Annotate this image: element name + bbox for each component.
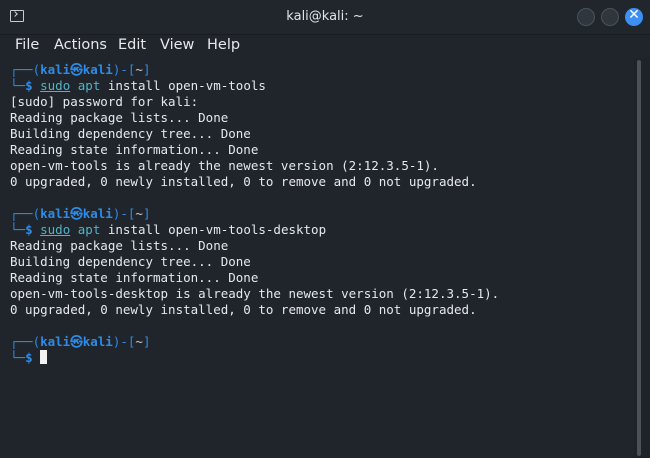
menu-edit[interactable]: Edit	[118, 37, 146, 53]
title-bar[interactable]: kali@kali: ~ ✕	[0, 0, 650, 35]
menu-file[interactable]: File	[15, 37, 39, 53]
scrollbar[interactable]	[634, 58, 650, 458]
output-line: 0 upgraded, 0 newly installed, 0 to remo…	[10, 174, 477, 189]
command-line: └─$ sudo apt install open-vm-tools	[10, 78, 266, 93]
text-cursor	[40, 350, 48, 364]
prompt-line: ┌──(kali㉿kali)-[~]	[10, 334, 151, 349]
menu-help[interactable]: Help	[207, 37, 240, 53]
output-line: Reading state information... Done	[10, 142, 259, 157]
output-line: [sudo] password for kali:	[10, 94, 199, 109]
output-line: Reading package lists... Done	[10, 238, 229, 253]
output-line: Building dependency tree... Done	[10, 126, 251, 141]
output-line: 0 upgraded, 0 newly installed, 0 to remo…	[10, 302, 477, 317]
terminal-area[interactable]: ┌──(kali㉿kali)-[~] └─$ sudo apt install …	[0, 58, 634, 458]
output-line: open-vm-tools is already the newest vers…	[10, 158, 439, 173]
output-line: Reading state information... Done	[10, 270, 259, 285]
menu-actions[interactable]: Actions	[54, 37, 107, 53]
window-title: kali@kali: ~	[286, 9, 364, 24]
menu-bar: File Actions Edit View Help	[0, 34, 650, 58]
output-line: Building dependency tree... Done	[10, 254, 251, 269]
command-line: └─$ sudo apt install open-vm-tools-deskt…	[10, 222, 327, 237]
scrollbar-thumb[interactable]	[637, 60, 641, 456]
minimize-button[interactable]	[577, 8, 595, 26]
close-icon: ✕	[628, 7, 640, 23]
maximize-button[interactable]	[601, 8, 619, 26]
close-button[interactable]: ✕	[625, 7, 643, 26]
terminal-window: kali@kali: ~ ✕ File Actions Edit View He…	[0, 0, 650, 458]
menu-view[interactable]: View	[160, 37, 194, 53]
command-line[interactable]: └─$	[10, 350, 48, 366]
prompt-line: ┌──(kali㉿kali)-[~]	[10, 62, 151, 77]
output-line: Reading package lists... Done	[10, 110, 229, 125]
prompt-line: ┌──(kali㉿kali)-[~]	[10, 206, 151, 221]
output-line: open-vm-tools-desktop is already the new…	[10, 286, 500, 301]
